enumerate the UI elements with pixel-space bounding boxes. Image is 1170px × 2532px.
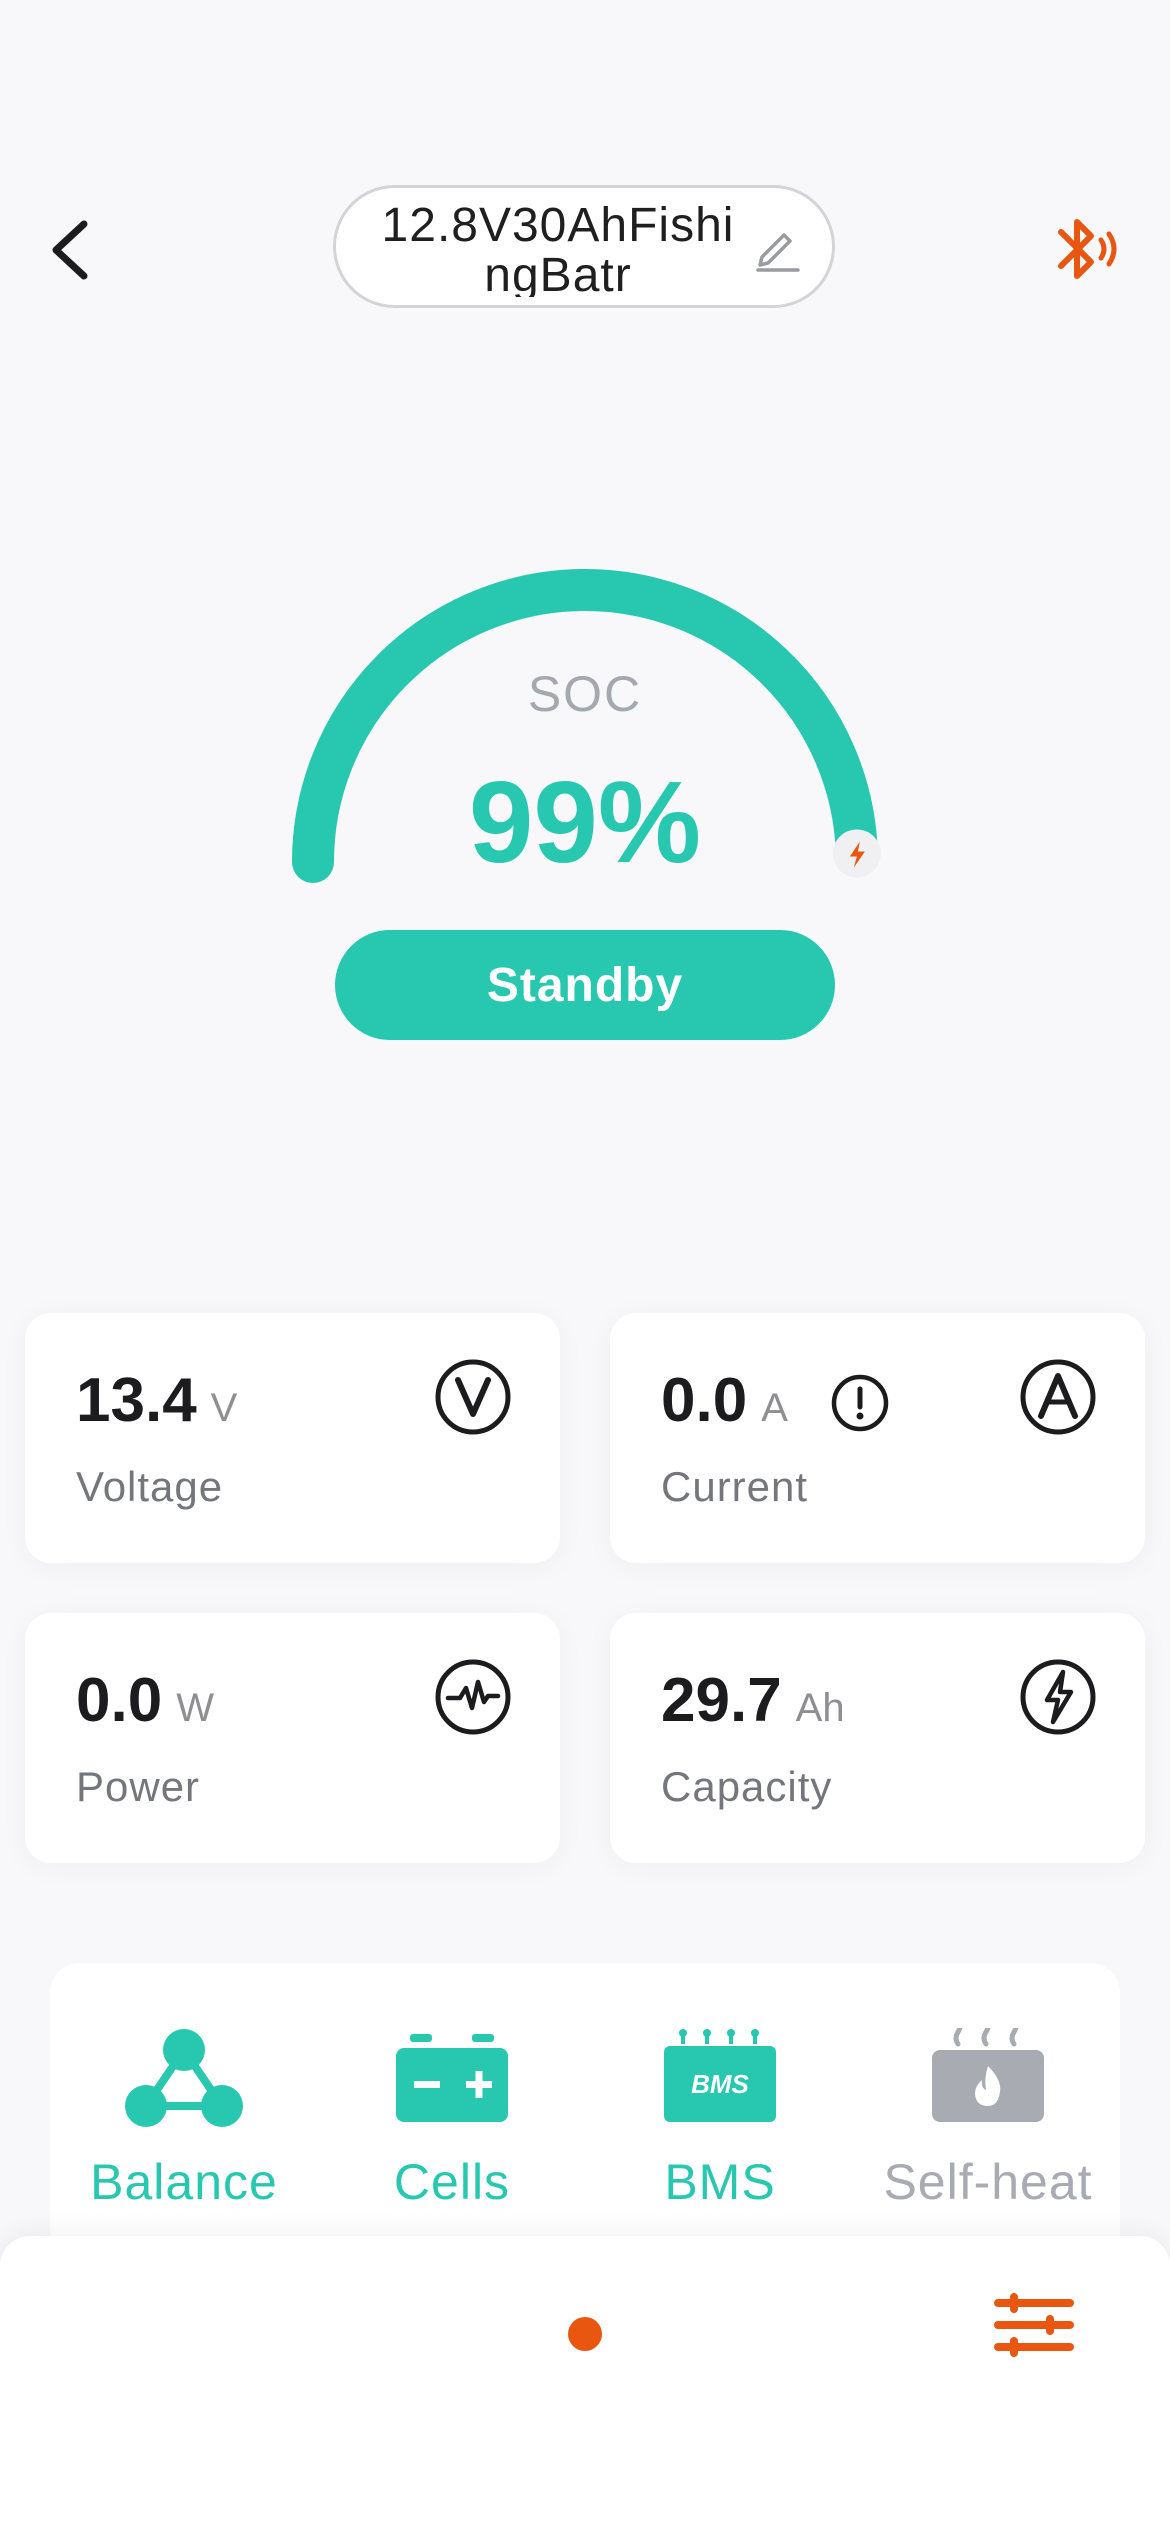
cells-button[interactable]: Cells — [318, 1963, 586, 2243]
balance-nodes-icon — [125, 2029, 243, 2127]
page-indicator-dot — [568, 2317, 602, 2351]
ampere-icon — [1020, 1359, 1096, 1435]
settings-sliders-icon[interactable] — [992, 2285, 1076, 2365]
voltage-unit: V — [210, 1386, 238, 1430]
lightning-icon — [1020, 1659, 1096, 1735]
voltage-icon — [435, 1359, 511, 1435]
capacity-card: 29.7 Ah Capacity — [610, 1613, 1145, 1863]
chevron-left-icon — [52, 220, 88, 280]
power-value: 0.0 — [76, 1666, 163, 1735]
device-name: 12.8V30AhFishingBatr — [381, 198, 735, 297]
back-button[interactable] — [40, 210, 100, 290]
capacity-label: Capacity — [661, 1763, 833, 1810]
capacity-unit: Ah — [795, 1686, 845, 1730]
voltage-value-row: 13.4 V — [76, 1365, 237, 1436]
bms-label: BMS — [664, 2154, 776, 2210]
battery-dashboard: 12.8V30AhFishingBatr SOC 99% Standby 13.… — [0, 0, 1170, 2532]
power-pulse-icon — [435, 1659, 511, 1735]
soc-label: SOC — [527, 666, 643, 722]
device-name-pill[interactable]: 12.8V30AhFishingBatr — [333, 185, 835, 308]
capacity-value-row: 29.7 Ah — [661, 1665, 845, 1736]
power-value-row: 0.0 W — [76, 1665, 214, 1736]
bluetooth-connected-icon — [1058, 219, 1117, 279]
voltage-card: 13.4 V Voltage — [25, 1313, 560, 1563]
current-value-row: 0.0 A — [661, 1365, 788, 1436]
voltage-label: Voltage — [76, 1463, 224, 1510]
current-card: 0.0 A Current — [610, 1313, 1145, 1563]
alert-icon[interactable] — [830, 1373, 890, 1433]
bottom-bar — [0, 2236, 1170, 2532]
status-badge: Standby — [335, 930, 835, 1040]
power-label: Power — [76, 1763, 201, 1810]
capacity-value: 29.7 — [661, 1666, 782, 1735]
bms-chip-icon: BMS — [664, 2029, 776, 2122]
bluetooth-button[interactable] — [1048, 205, 1128, 295]
svg-text:BMS: BMS — [691, 2069, 749, 2099]
self-heat-icon — [932, 2028, 1044, 2122]
pencil-icon[interactable] — [750, 221, 802, 273]
voltage-value: 13.4 — [76, 1366, 197, 1435]
current-label: Current — [661, 1463, 809, 1510]
self-heat-label: Self-heat — [883, 2154, 1093, 2210]
balance-button[interactable]: Balance — [50, 1963, 318, 2243]
function-panel: Balance Cells BMS BMS Self-heat — [50, 1963, 1120, 2243]
balance-label: Balance — [90, 2154, 278, 2210]
soc-value: 99% — [468, 757, 702, 887]
bms-button[interactable]: BMS BMS — [586, 1963, 854, 2243]
cells-label: Cells — [393, 2154, 511, 2210]
current-value: 0.0 — [661, 1366, 748, 1435]
battery-cells-icon — [396, 2034, 508, 2122]
power-card: 0.0 W Power — [25, 1613, 560, 1863]
current-unit: A — [761, 1386, 788, 1430]
power-unit: W — [176, 1686, 214, 1730]
self-heat-button[interactable]: Self-heat — [854, 1963, 1122, 2243]
